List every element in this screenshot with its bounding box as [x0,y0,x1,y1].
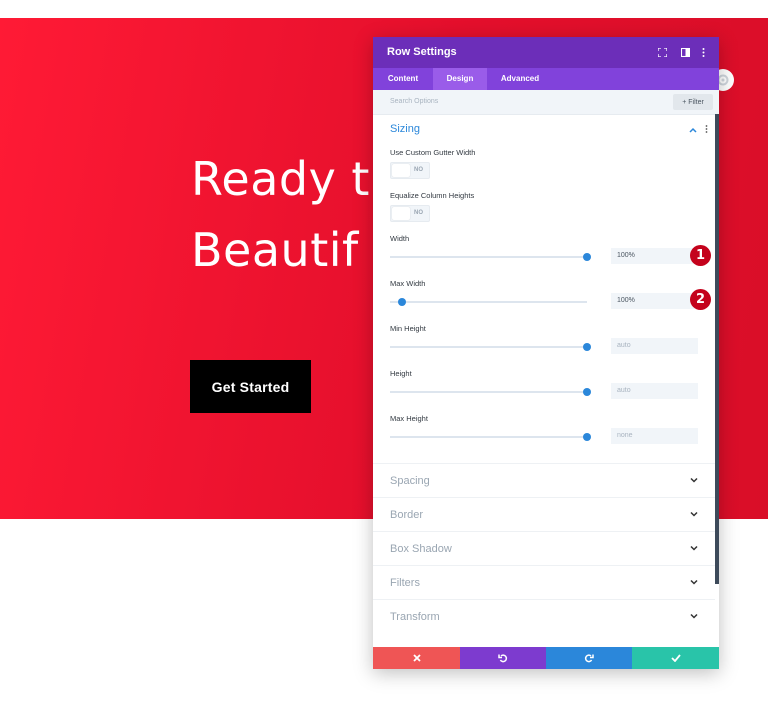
max-width-slider[interactable] [390,298,587,306]
height-value-input[interactable]: auto [611,383,698,399]
section-more-icon[interactable] [705,125,708,135]
max-width-value-input[interactable]: 100% [611,293,698,309]
redo-icon [584,654,594,663]
group-spacing[interactable]: Spacing [373,463,715,498]
width-slider[interactable] [390,253,591,261]
tab-design[interactable]: Design [433,68,487,90]
search-input[interactable]: Search Options [390,98,438,105]
filter-button[interactable]: + Filter [673,94,713,110]
undo-icon [498,654,508,663]
min-height-label: Min Height [390,324,426,333]
tab-advanced[interactable]: Advanced [487,68,553,90]
check-icon [670,654,681,662]
toggle-knob [392,207,410,220]
hero-heading-line-2: Beautif [191,223,359,277]
more-vertical-icon[interactable] [697,46,709,58]
custom-gutter-label: Use Custom Gutter Width [390,148,476,157]
group-filters[interactable]: Filters [373,565,715,600]
annotation-badge-2: 2 [690,289,711,310]
toggle-state: NO [414,210,423,216]
annotation-badge-1: 1 [690,245,711,266]
equalize-heights-toggle[interactable]: NO [390,205,430,222]
cancel-button[interactable] [373,647,460,669]
max-width-slider-handle[interactable] [397,298,406,306]
custom-gutter-toggle[interactable]: NO [390,162,430,179]
panel-footer [373,647,719,669]
width-label: Width [390,234,410,243]
panel-scrollbar[interactable] [715,114,719,584]
undo-button[interactable] [460,647,546,669]
save-button[interactable] [632,647,719,669]
toggle-state: NO [414,167,423,173]
group-label: Filters [390,577,420,589]
width-slider-handle[interactable] [583,253,591,261]
sizing-section-title[interactable]: Sizing [390,123,420,135]
panel-header: Row Settings [373,37,719,68]
tab-content[interactable]: Content [373,68,433,90]
panel-title: Row Settings [387,46,457,58]
group-transform[interactable]: Transform [373,599,715,634]
chevron-down-icon [690,545,698,551]
group-label: Border [390,509,424,521]
equalize-heights-label: Equalize Column Heights [390,191,475,200]
group-label: Box Shadow [390,543,452,555]
max-height-slider[interactable] [390,433,591,441]
close-icon [412,654,421,662]
max-width-label: Max Width [390,279,426,288]
chevron-down-icon [690,579,698,585]
panel-tabs: Content Design Advanced [373,68,719,90]
width-value-input[interactable]: 100% [611,248,698,264]
max-height-slider-handle[interactable] [583,433,591,441]
columns-icon[interactable] [679,46,691,58]
height-label: Height [390,369,412,378]
group-label: Transform [390,611,440,623]
max-height-value-input[interactable]: none [611,428,698,444]
get-started-button[interactable]: Get Started [190,360,311,413]
group-border[interactable]: Border [373,497,715,532]
min-height-slider-handle[interactable] [583,343,591,351]
chevron-down-icon [690,613,698,619]
redo-button[interactable] [546,647,632,669]
min-height-value-input[interactable]: auto [611,338,698,354]
height-slider[interactable] [390,388,591,396]
toggle-knob [392,164,410,177]
search-bar: Search Options + Filter [373,90,719,115]
max-height-label: Max Height [390,414,428,423]
fullscreen-icon[interactable] [656,46,668,58]
row-settings-panel: Row Settings Content Design Advanced Sea… [373,37,719,669]
chevron-down-icon [690,511,698,517]
chevron-down-icon [690,477,698,483]
min-height-slider[interactable] [390,343,591,351]
group-box-shadow[interactable]: Box Shadow [373,531,715,566]
height-slider-handle[interactable] [583,388,591,396]
chevron-up-icon[interactable] [689,125,697,135]
hero-heading-line-1: Ready t [191,152,370,206]
group-label: Spacing [390,475,430,487]
